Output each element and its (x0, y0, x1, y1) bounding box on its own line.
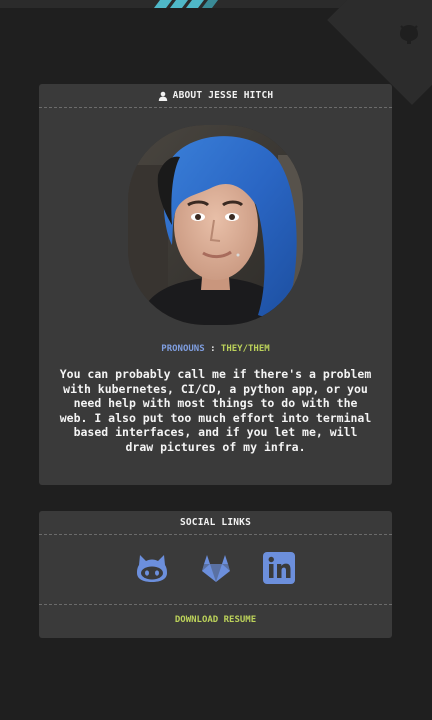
social-card: SOCIAL LINKS DOWNLOAD RESUME (39, 511, 392, 638)
pronouns-separator: : (210, 344, 216, 354)
octocat-corner-icon[interactable] (396, 20, 422, 46)
about-card: ABOUT JESSE HITCH PRONOUNS: THEY/THEM Y… (39, 84, 392, 485)
pronouns-line: PRONOUNS : THEY/THEM (39, 344, 392, 354)
user-icon (158, 91, 167, 101)
gitlab-icon[interactable] (199, 551, 233, 585)
social-icons-row (39, 551, 392, 587)
download-resume-link[interactable]: DOWNLOAD RESUME (39, 615, 392, 625)
avatar-photo (128, 125, 303, 325)
pronouns-value: THEY/THEM (220, 344, 270, 354)
top-accent-stripes (154, 0, 218, 8)
page: ABOUT JESSE HITCH PRONOUNS: THEY/THEM Y… (0, 0, 432, 720)
social-divider (39, 604, 392, 605)
github-icon[interactable] (135, 551, 169, 585)
bio-text: You can probably call me if there's a pr… (59, 367, 372, 454)
social-header: SOCIAL LINKS (39, 511, 392, 535)
linkedin-icon[interactable] (262, 551, 296, 585)
social-header-label: SOCIAL LINKS (179, 517, 252, 528)
pronouns-label: PRONOUNS (161, 344, 205, 354)
about-header: ABOUT JESSE HITCH (39, 84, 392, 108)
avatar (128, 125, 303, 325)
about-header-label: ABOUT JESSE HITCH (172, 90, 274, 101)
